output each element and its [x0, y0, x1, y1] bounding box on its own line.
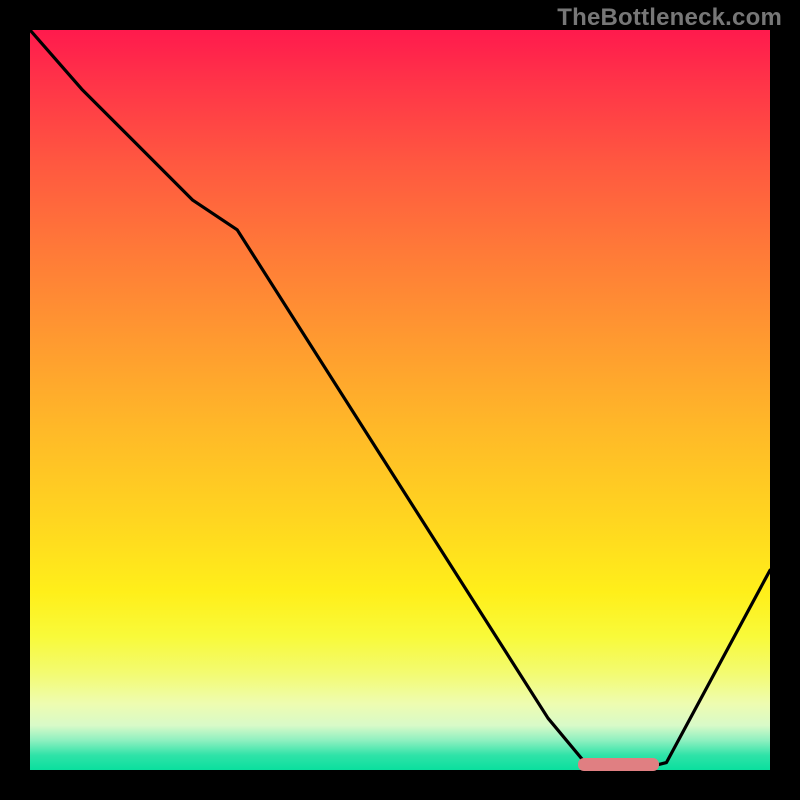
curve-path [30, 30, 770, 770]
plot-area [30, 30, 770, 770]
watermark-text: TheBottleneck.com [557, 4, 782, 32]
optimal-range-marker [578, 758, 659, 771]
bottleneck-curve [30, 30, 770, 770]
chart-frame: TheBottleneck.com [0, 0, 800, 800]
